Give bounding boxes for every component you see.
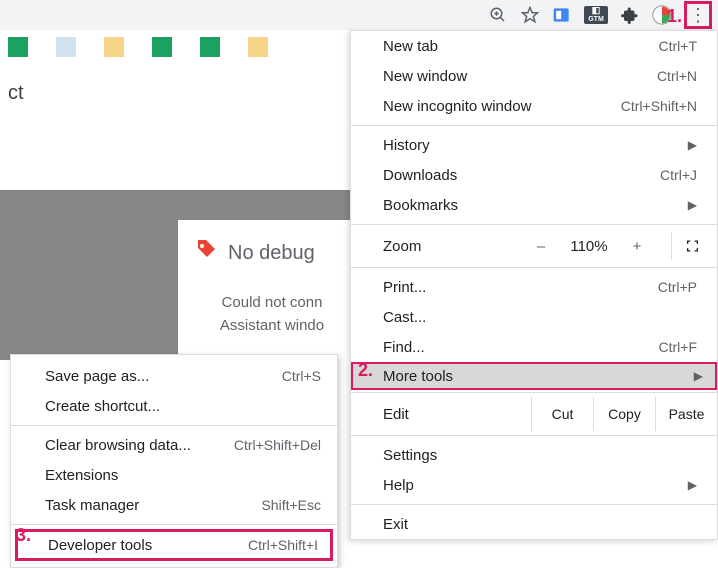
submenu-task-manager[interactable]: Task managerShift+Esc: [11, 490, 337, 520]
menu-new-incognito[interactable]: New incognito windowCtrl+Shift+N: [351, 91, 717, 121]
copy-button[interactable]: Copy: [593, 397, 655, 431]
menu-separator: [351, 435, 717, 436]
menu-bookmarks[interactable]: Bookmarks▶: [351, 190, 717, 220]
card-line-2: Assistant windo: [194, 315, 350, 338]
partial-heading: ct: [8, 82, 24, 104]
annotation-2: 2.: [358, 360, 373, 381]
annotation-3: 3.: [16, 525, 31, 546]
menu-new-window[interactable]: New windowCtrl+N: [351, 61, 717, 91]
tag-icon: [194, 238, 218, 268]
annotation-1: 1.: [667, 6, 682, 27]
chevron-right-icon: ▶: [688, 478, 697, 492]
menu-separator: [351, 504, 717, 505]
fullscreen-button[interactable]: [671, 232, 699, 260]
chevron-right-icon: ▶: [694, 369, 703, 383]
more-tools-submenu: Save page as...Ctrl+S Create shortcut...…: [10, 354, 338, 568]
zoom-icon[interactable]: [488, 5, 508, 25]
menu-zoom-row: Zoom – 110% +: [351, 229, 717, 263]
zoom-label: Zoom: [383, 238, 521, 255]
submenu-create-shortcut[interactable]: Create shortcut...: [11, 391, 337, 421]
submenu-clear-browsing-data[interactable]: Clear browsing data...Ctrl+Shift+Del: [11, 430, 337, 460]
zoom-in-button[interactable]: +: [617, 238, 657, 255]
zoom-out-button[interactable]: –: [521, 238, 561, 255]
menu-edit-row: Edit Cut Copy Paste: [351, 397, 717, 431]
zoom-value: 110%: [561, 238, 617, 255]
menu-cast[interactable]: Cast...: [351, 302, 717, 332]
submenu-separator: [11, 425, 337, 426]
edit-label: Edit: [383, 406, 531, 423]
submenu-separator: [11, 524, 337, 525]
menu-exit[interactable]: Exit: [351, 509, 717, 539]
menu-separator: [351, 267, 717, 268]
chevron-right-icon: ▶: [688, 138, 697, 152]
star-icon[interactable]: [520, 5, 540, 25]
menu-downloads[interactable]: DownloadsCtrl+J: [351, 160, 717, 190]
extensions-puzzle-icon[interactable]: [620, 5, 640, 25]
menu-help[interactable]: Help▶: [351, 470, 717, 500]
cut-button[interactable]: Cut: [531, 397, 593, 431]
paste-button[interactable]: Paste: [655, 397, 717, 431]
card-line-1: Could not conn: [194, 292, 350, 315]
chrome-main-menu: New tabCtrl+T New windowCtrl+N New incog…: [350, 30, 718, 540]
menu-separator: [351, 224, 717, 225]
menu-find[interactable]: Find...Ctrl+F: [351, 332, 717, 362]
submenu-extensions[interactable]: Extensions: [11, 460, 337, 490]
chevron-right-icon: ▶: [688, 198, 697, 212]
menu-settings[interactable]: Settings: [351, 440, 717, 470]
debug-card: No debug Could not conn Assistant windo: [178, 220, 350, 360]
submenu-developer-tools[interactable]: Developer toolsCtrl+Shift+I: [15, 529, 333, 561]
card-title-text: No debug: [228, 242, 315, 265]
background-page: ct: [0, 30, 350, 105]
submenu-save-page[interactable]: Save page as...Ctrl+S: [11, 361, 337, 391]
gtm-extension-icon[interactable]: ◧ GTM: [584, 6, 608, 24]
gtm-badge-label: GTM: [588, 16, 604, 23]
kebab-icon: ⋮: [689, 6, 707, 24]
menu-separator: [351, 392, 717, 393]
menu-history[interactable]: History▶: [351, 130, 717, 160]
extension-icon-1[interactable]: [552, 5, 572, 25]
menu-new-tab[interactable]: New tabCtrl+T: [351, 31, 717, 61]
menu-more-tools[interactable]: More tools▶: [351, 362, 717, 390]
browser-toolbar: ◧ GTM ⋮: [0, 0, 718, 30]
menu-separator: [351, 125, 717, 126]
menu-print[interactable]: Print...Ctrl+P: [351, 272, 717, 302]
kebab-menu-button[interactable]: ⋮: [684, 1, 712, 29]
